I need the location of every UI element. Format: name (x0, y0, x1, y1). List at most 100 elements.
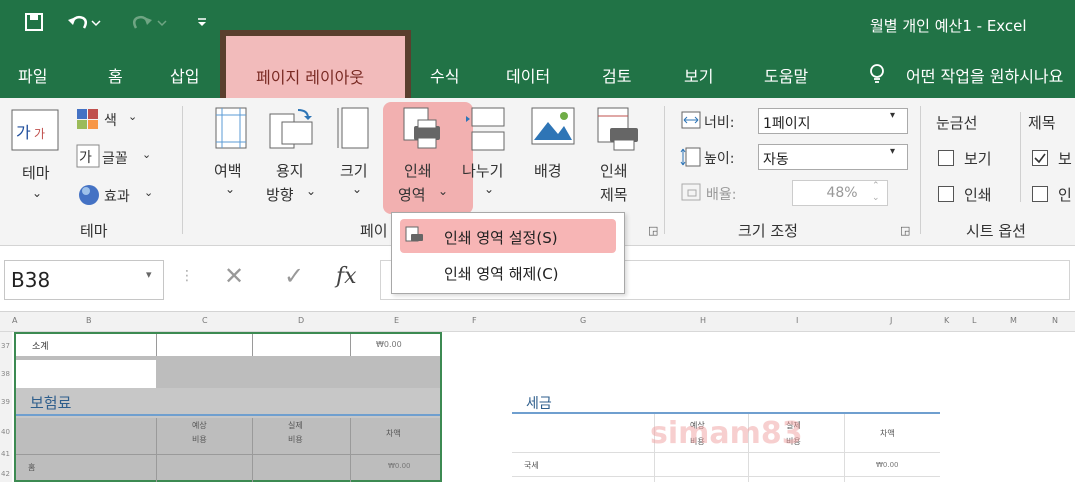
gridlines-print-checkbox[interactable] (938, 186, 954, 202)
colors-button[interactable]: 색 (104, 110, 117, 130)
chevron-down-icon: ⌄ (306, 184, 317, 198)
headings-print-label: 인 (1058, 186, 1072, 204)
row-header[interactable]: 40 (1, 428, 10, 436)
headings-print-checkbox[interactable] (1032, 186, 1048, 202)
column-headers: A B C D E F G H I J K L M N (0, 312, 1075, 332)
width-label: 너비: (704, 115, 735, 131)
gridline (156, 418, 157, 482)
col-header[interactable]: F (472, 316, 477, 325)
col-header[interactable]: D (298, 316, 304, 325)
orientation-line1[interactable]: 용지 (276, 160, 304, 181)
clear-print-area-item[interactable]: 인쇄 영역 해제(C) (444, 263, 559, 284)
customize-qat-icon[interactable] (196, 12, 208, 37)
gridline (512, 476, 940, 477)
print-area-line1[interactable]: 인쇄 (404, 160, 432, 181)
effects-button[interactable]: 효과 (104, 186, 130, 206)
print-area-line2[interactable]: 영역 (398, 184, 426, 205)
size-button[interactable]: 크기 (340, 160, 368, 181)
watermark: simam83 (650, 416, 803, 451)
group-separator (664, 106, 665, 234)
home-label: 홈 (28, 463, 36, 472)
cancel-icon[interactable]: ✕ (224, 262, 244, 290)
selected-cell-b38[interactable] (16, 360, 156, 388)
name-box[interactable]: B38 (4, 260, 164, 300)
chevron-down-icon: ⌄ (225, 182, 236, 196)
gridline (156, 334, 157, 356)
chevron-down-icon: ⌄ (32, 186, 43, 200)
title-bar: 월별 개인 예산1 - Excel (0, 0, 1075, 50)
gridlines-view-checkbox[interactable] (938, 150, 954, 166)
tell-me-input[interactable]: 어떤 작업을 원하시나요 (906, 63, 1063, 87)
width-dropdown[interactable]: 1페이지 (758, 108, 908, 134)
col-header[interactable]: G (580, 316, 586, 325)
chevron-down-icon: ⌄ (484, 182, 495, 196)
margins-icon (214, 106, 248, 156)
sheet-options-group-label: 시트 옵션 (966, 222, 1026, 240)
gridline (350, 334, 351, 356)
col-header[interactable]: M (1010, 316, 1017, 325)
difference-label: 차액 (386, 429, 401, 438)
redo-icon[interactable] (130, 12, 170, 37)
col-header[interactable]: K (944, 316, 949, 325)
enter-icon[interactable]: ✓ (284, 262, 304, 290)
breaks-button[interactable]: 나누기 (462, 160, 503, 181)
tab-data[interactable]: 데이터 (506, 63, 550, 87)
tab-page-layout[interactable]: 페이지 레이아웃 (220, 30, 411, 100)
row-headers: 37 38 39 40 41 42 (0, 332, 12, 482)
col-header[interactable]: J (890, 316, 892, 325)
col-header[interactable]: H (700, 316, 706, 325)
tab-home[interactable]: 홈 (108, 63, 123, 87)
save-icon[interactable] (24, 12, 44, 37)
headings-view-checkbox[interactable] (1032, 150, 1048, 166)
group-separator (1020, 112, 1021, 202)
tab-formulas[interactable]: 수식 (430, 63, 459, 87)
dialog-launcher-icon[interactable]: ◲ (900, 224, 910, 237)
gridline (252, 418, 253, 482)
lightbulb-icon[interactable] (868, 63, 886, 89)
print-area-icon (400, 106, 446, 156)
row-header[interactable]: 39 (1, 398, 10, 406)
height-dropdown[interactable]: 자동 (758, 144, 908, 170)
row-header[interactable]: 37 (1, 342, 10, 350)
col-header[interactable]: A (12, 316, 17, 325)
orientation-line2[interactable]: 방향 (266, 184, 294, 205)
tab-view[interactable]: 보기 (684, 63, 713, 87)
row-header[interactable]: 38 (1, 370, 10, 378)
row-header[interactable]: 41 (1, 450, 10, 458)
undo-icon[interactable] (66, 12, 102, 37)
tab-file[interactable]: 파일 (18, 63, 47, 87)
themes-icon[interactable]: 가가 (10, 108, 60, 156)
tab-insert[interactable]: 삽입 (170, 63, 199, 87)
col-header[interactable]: E (394, 316, 399, 325)
ribbon-tabs: 파일 홈 삽입 수식 데이터 검토 보기 도움말 어떤 작업을 원하시나요 (0, 50, 1075, 98)
row-header[interactable]: 42 (1, 470, 10, 478)
background-button[interactable]: 배경 (534, 160, 562, 181)
spinner-icon[interactable]: ⌃ ⌄ (872, 180, 880, 204)
gridline (350, 418, 351, 482)
print-titles-line2[interactable]: 제목 (600, 184, 628, 205)
name-box-dropdown-icon[interactable]: ▾ (146, 268, 152, 281)
scale-label: 배율: (706, 187, 737, 203)
tax-title: 세금 (526, 396, 552, 412)
margins-button[interactable]: 여백 (214, 160, 242, 181)
insert-function-icon[interactable]: fx (336, 264, 357, 289)
dialog-launcher-icon[interactable]: ◲ (648, 224, 658, 237)
set-print-area-item[interactable]: 인쇄 영역 설정(S) (444, 227, 558, 248)
fonts-button[interactable]: 글꼴 (102, 148, 128, 168)
chevron-down-icon: ⌄ (142, 148, 152, 161)
headings-view-label: 보 (1058, 150, 1072, 168)
splitter-icon: ⋮ (180, 268, 194, 284)
tab-review[interactable]: 검토 (602, 63, 631, 87)
print-area-selection[interactable]: 소계 ₩0.00 보험료 예상 비용 실제 비용 차액 홈 ₩0.00 (14, 332, 442, 482)
col-header[interactable]: B (86, 316, 92, 325)
actual-label: 실제 (288, 421, 303, 430)
tab-help[interactable]: 도움말 (764, 63, 808, 87)
background-icon (530, 106, 576, 150)
col-header[interactable]: C (202, 316, 208, 325)
width-icon (680, 110, 702, 134)
col-header[interactable]: I (796, 316, 798, 325)
col-header[interactable]: L (972, 316, 976, 325)
themes-button[interactable]: 테마 (22, 162, 50, 183)
col-header[interactable]: N (1052, 316, 1058, 325)
print-titles-line1[interactable]: 인쇄 (600, 160, 628, 181)
